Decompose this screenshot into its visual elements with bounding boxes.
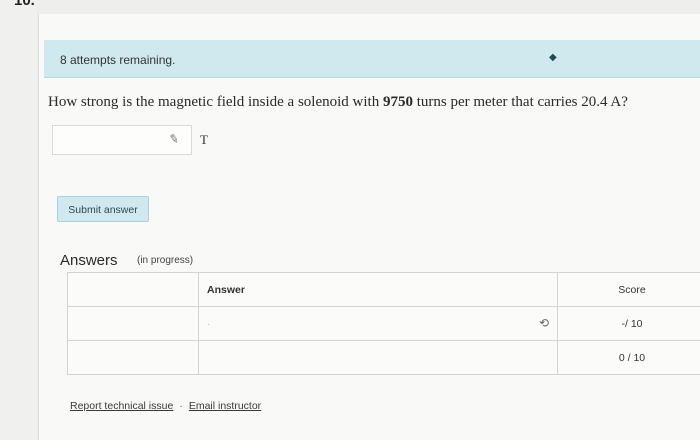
dot-indicator-icon: ◆ xyxy=(549,52,557,63)
answer-cell: · ⟲ xyxy=(198,306,558,341)
question-turns: 9750 xyxy=(382,94,413,110)
header-score: Score xyxy=(557,272,700,307)
feedback-icon[interactable]: ⟲ xyxy=(539,316,549,330)
table-row: · ⟲ -/ 10 xyxy=(67,306,700,341)
left-margin xyxy=(0,0,36,440)
answer-cell xyxy=(198,340,558,375)
footer-separator: · xyxy=(179,400,183,412)
header-answer: Answer xyxy=(198,272,558,307)
answer-input[interactable]: ✎ xyxy=(52,125,192,155)
attempts-text: 8 attempts remaining. xyxy=(60,53,176,67)
answers-title: Answers xyxy=(60,252,118,269)
attempts-bar: 8 attempts remaining. ◆ xyxy=(44,40,700,78)
question-prefix: How strong is the magnetic field inside … xyxy=(48,94,383,110)
report-issue-link[interactable]: Report technical issue xyxy=(70,400,173,412)
row-empty-cell xyxy=(67,306,199,341)
email-instructor-link[interactable]: Email instructor xyxy=(189,400,261,412)
row-empty-cell xyxy=(67,340,199,375)
submit-answer-button[interactable]: Submit answer xyxy=(57,196,149,222)
table-row: 0 / 10 xyxy=(67,340,700,375)
answer-placeholder: · xyxy=(207,318,211,330)
question-current: 20.4 A xyxy=(581,94,622,110)
answers-subtitle: (in progress) xyxy=(137,255,194,266)
score-cell: -/ 10 xyxy=(557,306,700,341)
pencil-icon: ✎ xyxy=(167,131,181,147)
total-score-cell: 0 / 10 xyxy=(557,340,700,375)
unit-label: T xyxy=(200,132,208,147)
question-text: How strong is the magnetic field inside … xyxy=(48,94,628,111)
header-empty-cell xyxy=(67,272,199,307)
answers-table: Answer Score · ⟲ -/ 10 0 / 10 xyxy=(67,272,700,375)
footer-links: Report technical issue · Email instructor xyxy=(70,400,261,412)
question-suffix: ? xyxy=(621,94,628,110)
question-number: 10. xyxy=(14,0,35,9)
question-middle: turns per meter that carries xyxy=(412,94,582,110)
table-header-row: Answer Score xyxy=(67,272,700,307)
